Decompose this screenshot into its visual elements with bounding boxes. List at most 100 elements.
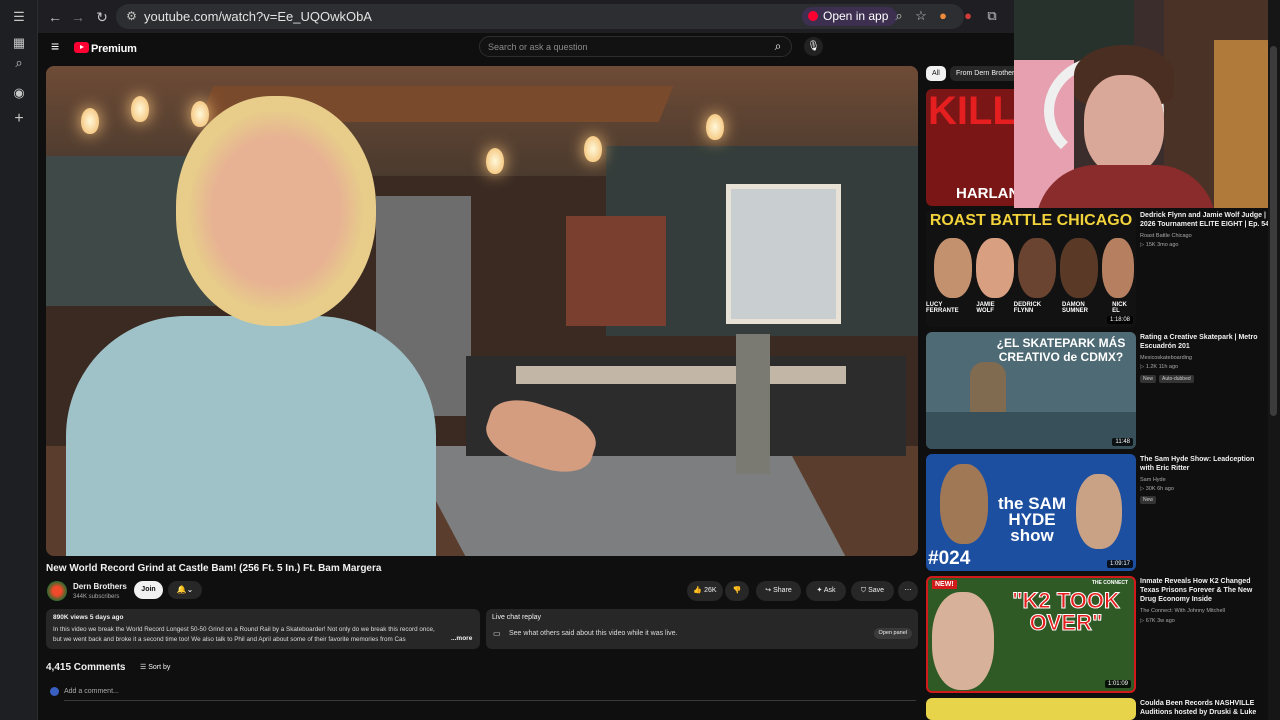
thumbnail-number: #024 xyxy=(928,548,971,569)
more-actions-button[interactable]: ⋯ xyxy=(898,581,918,601)
video-thumbnail[interactable]: ROAST BATTLE CHICAGO LUCY FERRANTE JAMIE… xyxy=(926,210,1136,327)
browser-side-rail: ☰ ▦ ⌕ ◉ + xyxy=(0,0,38,720)
thumbnail-person xyxy=(1076,474,1122,549)
new-tab-icon[interactable]: + xyxy=(11,111,27,127)
extensions-puzzle-icon[interactable]: ⧉ xyxy=(983,7,1001,25)
channel-name[interactable]: Sam Hyde xyxy=(1140,477,1166,483)
user-avatar xyxy=(50,687,59,696)
video-title: New World Record Grind at Castle Bam! (2… xyxy=(46,563,382,574)
chip-from-channel[interactable]: From Dern Brothers xyxy=(950,66,1024,81)
thumbnail-name: DEDRICK FLYNN xyxy=(1013,302,1042,314)
live-chat-subtitle: See what others said about this video wh… xyxy=(509,630,678,637)
scene-lamp xyxy=(131,96,149,122)
scene-person-head xyxy=(176,96,376,326)
tab-list-icon[interactable]: ☰ xyxy=(11,9,27,25)
notifications-bell-button[interactable]: 🔔⌄ xyxy=(168,581,202,599)
thumbnail-caption: HARLAN xyxy=(956,185,1020,202)
youtube-play-icon xyxy=(74,42,89,53)
dislike-button[interactable]: 👎 xyxy=(725,581,749,601)
search-bar[interactable]: ⌕ xyxy=(479,36,792,57)
tab-groups-icon[interactable]: ▦ xyxy=(11,35,27,51)
scene-lamp xyxy=(584,136,602,162)
search-input[interactable] xyxy=(488,39,758,54)
sort-icon: ☰ xyxy=(140,664,149,671)
open-panel-button[interactable]: Open panel xyxy=(873,628,912,639)
save-button[interactable]: ⛉ Save xyxy=(851,581,894,601)
video-meta: ▷ 15K 3mo ago xyxy=(1140,242,1178,248)
video-thumbnail[interactable] xyxy=(926,698,1136,720)
extension-icon[interactable]: ● xyxy=(934,7,952,25)
thumbnail-face xyxy=(934,238,972,298)
add-comment-input[interactable]: Add a comment... xyxy=(64,688,119,695)
channel-name[interactable]: Roast Battle Chicago xyxy=(1140,233,1192,239)
audio-icon[interactable]: ◉ xyxy=(11,85,27,101)
more-link[interactable]: ...more xyxy=(451,635,472,642)
youtube-logo[interactable]: Premium xyxy=(74,39,137,55)
site-info-icon[interactable]: ⚙ xyxy=(124,9,139,24)
thumbnail-ground xyxy=(926,412,1136,449)
scene-rug xyxy=(406,446,846,556)
zoom-search-icon[interactable]: ⌕ xyxy=(890,7,908,25)
description-box[interactable]: 890K views 5 days ago In this video we b… xyxy=(46,609,480,649)
ask-button[interactable]: ✦ Ask xyxy=(806,581,846,601)
channel-name[interactable]: The Connect: With Johnny Mitchell xyxy=(1140,608,1225,614)
video-meta: ▷ 67K 3w ago xyxy=(1140,618,1175,624)
comment-input-underline xyxy=(64,700,916,701)
thumbnail-text: ROAST BATTLE CHICAGO xyxy=(929,212,1133,229)
thumbnail-name: LUCY FERRANTE xyxy=(926,302,959,314)
video-title[interactable]: Inmate Reveals How K2 Changed Texas Pris… xyxy=(1140,577,1270,604)
scene-island xyxy=(516,366,846,384)
thumbnail-brand: THE CONNECT xyxy=(1091,580,1128,586)
views-age: 1.2K 11h ago xyxy=(1145,364,1179,370)
channel-name[interactable]: Dern Brothers xyxy=(73,582,127,591)
thumbnail-text: "K2 TOOK OVER" xyxy=(1012,588,1121,635)
bookmark-star-icon[interactable]: ☆ xyxy=(912,7,930,25)
thumbnail-text: the SAM HYDE show xyxy=(998,494,1066,545)
chip-all[interactable]: All xyxy=(926,66,946,81)
chevron-down-icon: ⌄ xyxy=(186,585,194,594)
open-in-app-button[interactable]: Open in app xyxy=(802,7,898,26)
url-text[interactable]: youtube.com/watch?v=Ee_UQOwkObA xyxy=(144,9,372,24)
thumbnail-face xyxy=(1060,238,1098,298)
search-tabs-icon[interactable]: ⌕ xyxy=(11,55,27,71)
sort-by-button[interactable]: ☰ Sort by xyxy=(140,663,170,671)
forward-icon[interactable]: → xyxy=(69,8,87,26)
scene-brick xyxy=(566,216,666,326)
video-title[interactable]: Coulda Been Records NASHVILLE Auditions … xyxy=(1140,699,1270,717)
new-badge: New xyxy=(1140,496,1157,504)
video-title[interactable]: The Sam Hyde Show: Leadception with Eric… xyxy=(1140,455,1270,473)
menu-icon[interactable]: ≡ xyxy=(51,39,65,53)
thumbnail-tag: NEW! xyxy=(932,580,957,589)
more-icon: ⋯ xyxy=(904,587,912,594)
webcam-overlay xyxy=(1014,0,1268,208)
sparkle-icon: ✦ xyxy=(816,587,824,594)
video-player[interactable] xyxy=(46,66,918,556)
join-button[interactable]: Join xyxy=(134,581,163,599)
video-title[interactable]: Dedrick Flynn and Jamie Wolf Judge | 202… xyxy=(1140,211,1270,229)
bell-icon: 🔔 xyxy=(176,585,187,594)
microphone-icon[interactable]: 🎙 xyxy=(804,37,823,56)
back-icon[interactable]: ← xyxy=(46,8,64,26)
scene-pillar xyxy=(736,334,770,474)
video-duration: 1:01:09 xyxy=(1104,680,1131,688)
thumbnail-person xyxy=(932,592,994,690)
channel-avatar[interactable] xyxy=(47,581,67,601)
reload-icon[interactable]: ↻ xyxy=(93,8,111,26)
address-bar[interactable]: ⚙ youtube.com/watch?v=Ee_UQOwkObA Open i… xyxy=(116,4,964,29)
video-thumbnail[interactable]: NEW! THE CONNECT "K2 TOOK OVER" 1:01:09 xyxy=(926,576,1136,693)
search-icon[interactable]: ⌕ xyxy=(771,39,785,53)
live-chat-replay[interactable]: Live chat replay ▭ See what others said … xyxy=(486,609,918,649)
video-thumbnail[interactable]: ¿EL SKATEPARK MÁS CREATIVO de CDMX? 11:4… xyxy=(926,332,1136,449)
video-duration: 1:09:17 xyxy=(1106,560,1133,568)
video-thumbnail[interactable]: the SAM HYDE show #024 1:09:17 xyxy=(926,454,1136,571)
views-age: 30K 6h ago xyxy=(1145,486,1174,492)
views-and-date: 890K views 5 days ago xyxy=(53,614,124,621)
extension-badge-icon[interactable]: ● xyxy=(959,7,977,25)
share-button[interactable]: ↪ Share xyxy=(756,581,801,601)
video-title[interactable]: Rating a Creative Skatepark | Metro Escu… xyxy=(1140,333,1270,351)
like-button[interactable]: 👍 26K xyxy=(687,581,723,601)
scene-lamp xyxy=(191,101,209,127)
scrollbar-thumb[interactable] xyxy=(1270,46,1277,416)
thumbnail-text: KILL xyxy=(928,89,1017,133)
channel-name[interactable]: Mexicoskateboarding xyxy=(1140,355,1192,361)
